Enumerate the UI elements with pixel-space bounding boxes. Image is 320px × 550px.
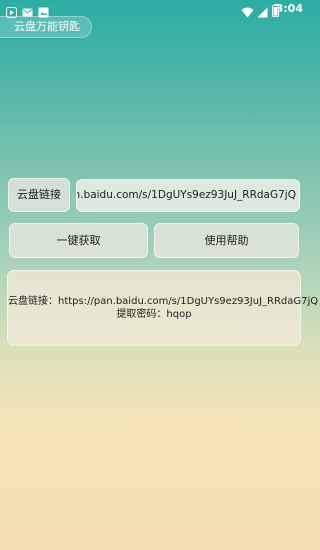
link-input[interactable]: https://pan.baidu.com/s/1DgUYs9ez93JuJ_R…: [76, 179, 300, 212]
signal-icon: [257, 3, 268, 22]
result-card: 云盘链接：https://pan.baidu.com/s/1DgUYs9ez93…: [7, 270, 319, 346]
fetch-button[interactable]: 一键获取: [9, 223, 148, 258]
result-link-text: 云盘链接：https://pan.baidu.com/s/1DgUYs9ez93…: [8, 296, 319, 307]
status-time: 3:04: [275, 2, 303, 15]
link-label-button[interactable]: 云盘链接: [8, 178, 70, 212]
link-input-value: https://pan.baidu.com/s/1DgUYs9ez93JuJ_R…: [77, 189, 296, 201]
help-button[interactable]: 使用帮助: [154, 223, 299, 258]
result-code-text: 提取密码：hqop: [116, 309, 192, 320]
app-title: 云盘万能钥匙: [0, 16, 92, 38]
wifi-icon: [241, 3, 254, 22]
